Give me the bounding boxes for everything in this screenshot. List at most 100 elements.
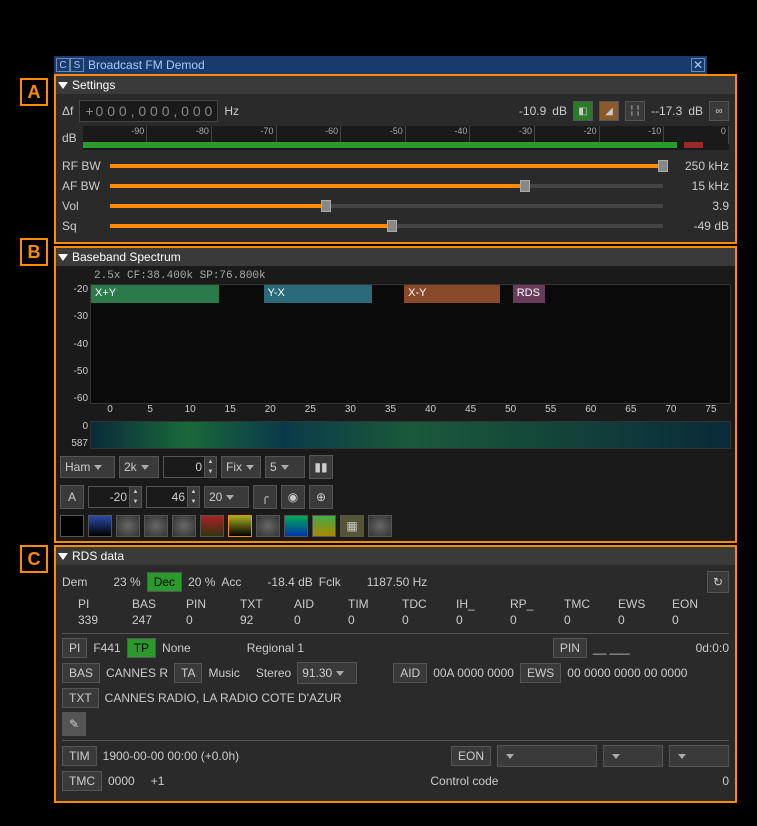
filter-icon[interactable]: ╎╎ xyxy=(625,101,645,121)
sq-slider[interactable] xyxy=(110,224,663,228)
fft-combo[interactable]: 2k xyxy=(119,456,159,478)
eon-combo1[interactable] xyxy=(497,745,597,767)
grid-icon[interactable]: ▦ xyxy=(340,515,364,537)
txt-value: CANNES RADIO, LA RADIO COTE D'AZUR xyxy=(105,691,342,705)
rfbw-slider[interactable] xyxy=(110,164,663,168)
pal-gb[interactable] xyxy=(284,515,308,537)
min-spin[interactable]: ▲▼ xyxy=(88,486,142,508)
rds-count-val: 0 xyxy=(510,613,554,627)
tp-label: TP xyxy=(127,638,156,658)
baseband-header[interactable]: Baseband Spectrum xyxy=(56,248,735,266)
pi-value: F441 xyxy=(93,641,120,655)
rds-count-val: 0 xyxy=(402,613,446,627)
settings-header[interactable]: Settings xyxy=(56,76,735,94)
collapse-icon xyxy=(58,82,68,89)
ews-label: EWS xyxy=(520,663,561,683)
pal-yellow[interactable] xyxy=(228,515,252,537)
pal-grey1[interactable] xyxy=(116,515,140,537)
palette-combo[interactable]: Ham xyxy=(60,456,115,478)
fclk-label: Fclk xyxy=(319,575,341,589)
rds-count-key: PIN xyxy=(186,597,230,611)
stereo-value: Stereo xyxy=(256,666,291,680)
section-label-c: C xyxy=(20,545,48,573)
y-tick: -60 xyxy=(60,393,88,404)
x-tick: 25 xyxy=(290,404,330,415)
window-titlebar: C S Broadcast FM Demod ✕ xyxy=(54,56,707,74)
eon-label: EON xyxy=(451,746,491,766)
pal-last[interactable] xyxy=(368,515,392,537)
rds-count-cell: PI339 xyxy=(78,597,122,627)
tmc-value: 0000 xyxy=(108,774,135,788)
level2-unit: dB xyxy=(688,104,703,118)
tim-value: 1900-00-00 00:00 (+0.0h) xyxy=(103,749,239,763)
mono-icon[interactable]: ◢ xyxy=(599,101,619,121)
rds-count-key: RP_ xyxy=(510,597,554,611)
rds-count-cell: RP_ 0 xyxy=(510,597,554,627)
tmc-label: TMC xyxy=(62,771,102,791)
mode-combo[interactable]: Fix xyxy=(221,456,261,478)
rds-count-val: 0 xyxy=(672,613,716,627)
af-combo[interactable]: 91.30 xyxy=(297,662,357,684)
pal-grey2[interactable] xyxy=(144,515,168,537)
rds-count-cell: TMC0 xyxy=(564,597,608,627)
eon-combo3[interactable] xyxy=(669,745,729,767)
pal-go[interactable] xyxy=(312,515,336,537)
collapse-icon xyxy=(58,254,68,261)
avg-combo[interactable]: 5 xyxy=(265,456,305,478)
rds-count-key: TXT xyxy=(240,597,284,611)
acc-value: -18.4 dB xyxy=(267,575,312,589)
region-value: Regional 1 xyxy=(247,641,304,655)
rds-count-key: BAS xyxy=(132,597,176,611)
pal-blue[interactable] xyxy=(88,515,112,537)
ta-value: Music xyxy=(208,666,239,680)
collapse-icon xyxy=(58,553,68,560)
close-icon[interactable]: ✕ xyxy=(691,58,705,72)
tmc-plus: +1 xyxy=(151,774,165,788)
refresh-button[interactable]: ↻ xyxy=(707,571,729,593)
tim-label: TIM xyxy=(62,746,97,766)
afbw-label: AF BW xyxy=(62,179,104,193)
fclk-value: 1187.50 Hz xyxy=(367,575,428,589)
x-tick: 50 xyxy=(491,404,531,415)
rds-header[interactable]: RDS data xyxy=(56,547,735,565)
waterfall-display[interactable] xyxy=(90,421,731,449)
pal-grey4[interactable] xyxy=(256,515,280,537)
pal-black[interactable] xyxy=(60,515,84,537)
curve-icon[interactable]: ╭ xyxy=(253,485,277,509)
frequency-input[interactable]: + 0 0 0 , 0 0 0 , 0 0 0 xyxy=(79,100,218,122)
a-button[interactable]: A xyxy=(60,485,84,509)
pause-button[interactable]: ▮▮ xyxy=(309,455,333,479)
freq-unit: Hz xyxy=(224,104,239,118)
rds-count-cell: TDC0 xyxy=(402,597,446,627)
channel-s-button[interactable]: S xyxy=(70,58,84,72)
rds-title: RDS data xyxy=(72,549,124,563)
range-combo[interactable]: 20 xyxy=(204,486,249,508)
pal-grey3[interactable] xyxy=(172,515,196,537)
x-tick: 65 xyxy=(611,404,651,415)
eon-combo2[interactable] xyxy=(603,745,663,767)
rds-count-key: PI xyxy=(78,597,122,611)
x-tick: 30 xyxy=(330,404,370,415)
pal-red[interactable] xyxy=(200,515,224,537)
ctrl-label: Control code xyxy=(430,774,498,788)
spectrum-plot[interactable]: -20-30-40-50-60 X+Y Y-X X-Y RDS xyxy=(60,284,731,404)
broadcast-icon[interactable]: ◉ xyxy=(281,485,305,509)
section-label-a: A xyxy=(20,78,48,106)
rds-count-key: AID xyxy=(294,597,338,611)
x-tick: 10 xyxy=(170,404,210,415)
db-meter: -90-80-70-60-50-40-30-20-100 xyxy=(83,126,729,150)
vol-slider[interactable] xyxy=(110,204,663,208)
stereo-icon[interactable]: ◧ xyxy=(573,101,593,121)
channel-c-button[interactable]: C xyxy=(56,58,70,72)
rds-count-val: 0 xyxy=(618,613,662,627)
levels-spin[interactable]: ▲▼ xyxy=(163,456,217,478)
rds-count-val: 92 xyxy=(240,613,284,627)
link-icon[interactable]: ∞ xyxy=(709,101,729,121)
dem-value: 23 % xyxy=(113,575,140,589)
rds-count-cell: EON0 xyxy=(672,597,716,627)
max-spin[interactable]: ▲▼ xyxy=(146,486,200,508)
rds-count-key: EWS xyxy=(618,597,662,611)
clear-text-button[interactable]: ✎ xyxy=(62,712,86,736)
afbw-slider[interactable] xyxy=(110,184,663,188)
crosshair-icon[interactable]: ⊕ xyxy=(309,485,333,509)
